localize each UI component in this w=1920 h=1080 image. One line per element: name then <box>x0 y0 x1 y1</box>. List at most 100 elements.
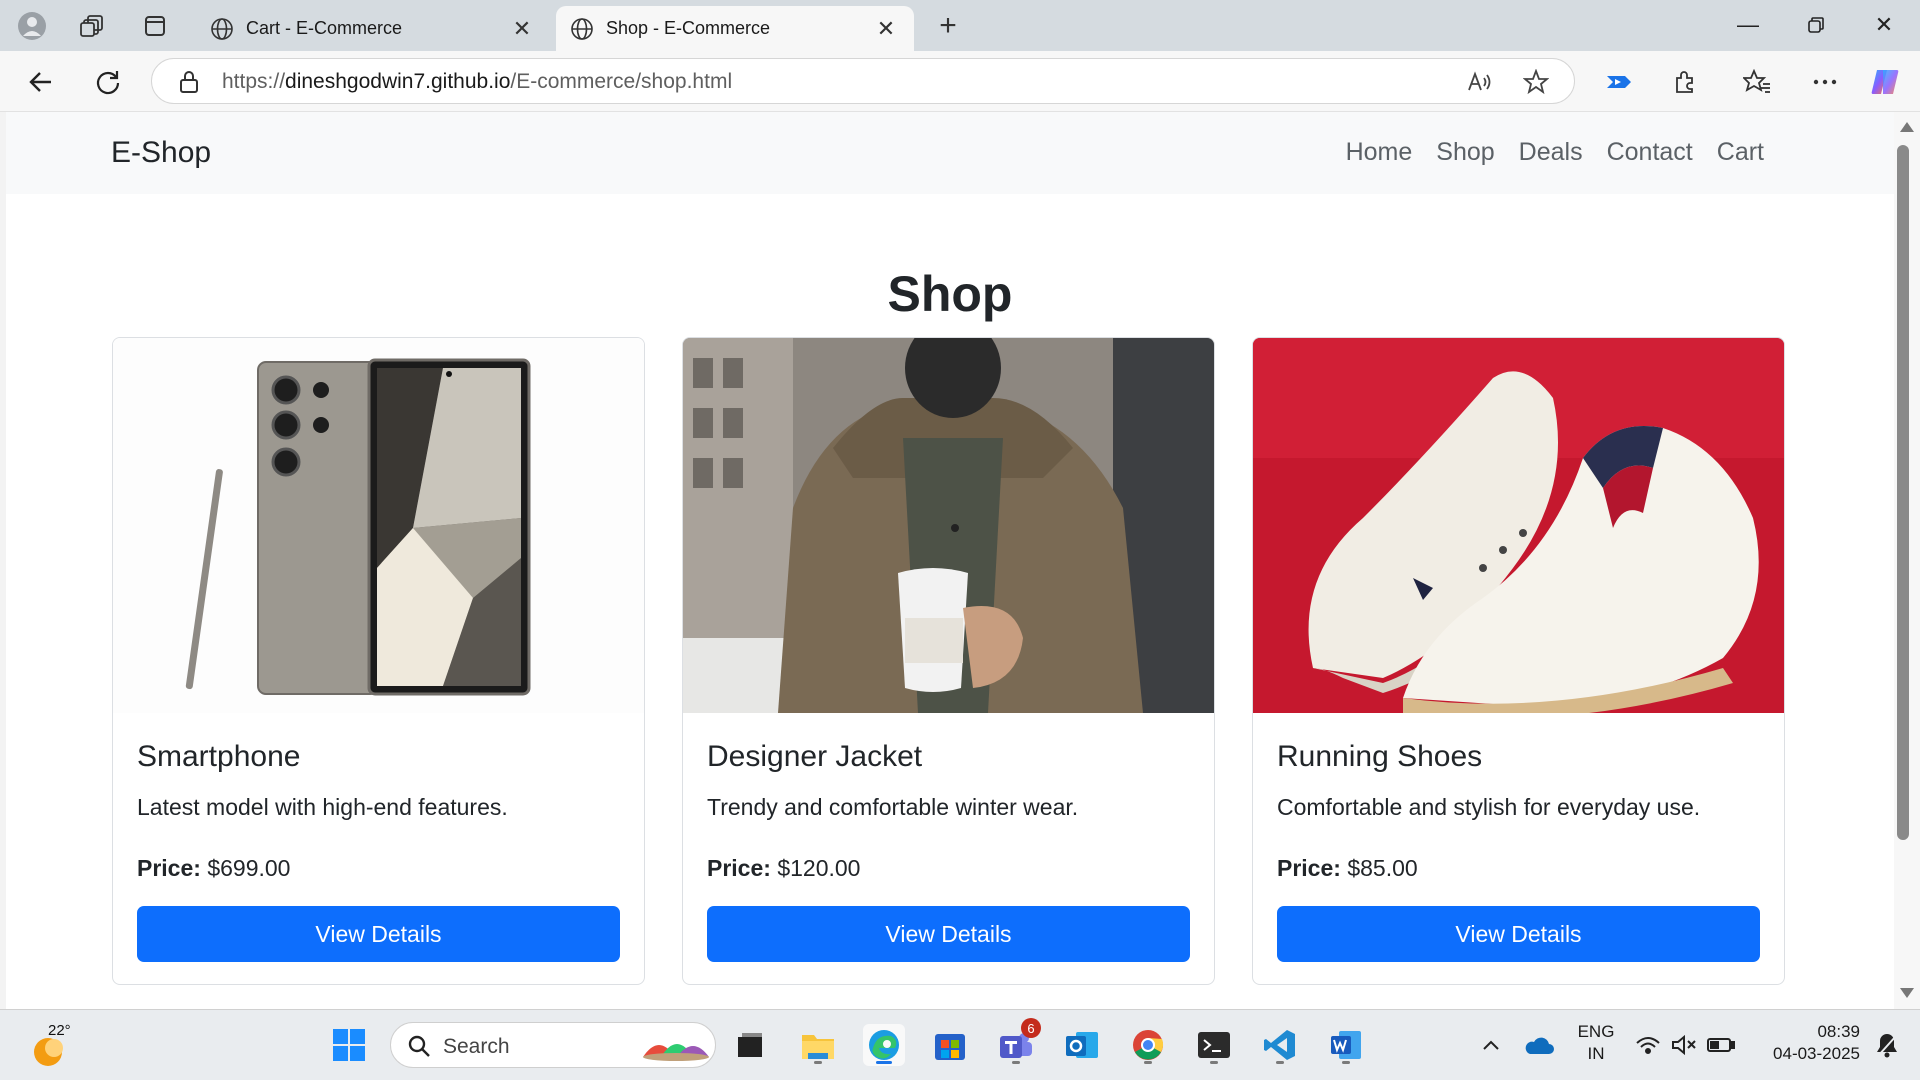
notifications-button[interactable] <box>1866 1024 1908 1066</box>
product-card-shoes: Running Shoes Comfortable and stylish fo… <box>1252 337 1785 985</box>
close-window-button[interactable]: ✕ <box>1850 0 1918 50</box>
chrome-icon <box>1133 1030 1164 1060</box>
tab-shop[interactable]: Shop - E-Commerce ✕ <box>556 6 914 51</box>
taskbar-file-explorer[interactable] <box>797 1024 839 1066</box>
site-brand[interactable]: E-Shop <box>111 136 211 170</box>
refresh-icon[interactable] <box>89 63 127 101</box>
running-indicator <box>1276 1061 1284 1064</box>
region-code: IN <box>1587 1044 1605 1063</box>
running-indicator <box>814 1061 822 1064</box>
running-indicator <box>876 1061 892 1064</box>
clock[interactable]: 08:39 04-03-2025 <box>1754 1022 1860 1064</box>
nav-link-cart[interactable]: Cart <box>1717 138 1764 167</box>
edge-icon <box>869 1030 899 1060</box>
nav-link-shop[interactable]: Shop <box>1436 138 1494 167</box>
view-details-button[interactable]: View Details <box>1277 906 1760 962</box>
product-card-jacket: Designer Jacket Trendy and comfortable w… <box>682 337 1215 985</box>
lock-icon[interactable] <box>178 69 200 100</box>
extension-arrow-icon[interactable] <box>1600 63 1638 101</box>
close-tab-icon[interactable]: ✕ <box>872 15 900 43</box>
more-options-icon[interactable] <box>1806 63 1844 101</box>
clock-date: 04-03-2025 <box>1773 1044 1860 1063</box>
price-value: $120.00 <box>777 855 861 881</box>
taskbar-terminal[interactable] <box>1193 1024 1235 1066</box>
taskbar-word[interactable] <box>1325 1024 1367 1066</box>
product-card-body: Running Shoes Comfortable and stylish fo… <box>1277 728 1762 962</box>
windows-logo-icon <box>333 1029 365 1061</box>
vscode-icon <box>1264 1030 1295 1060</box>
product-price: Price: $120.00 <box>707 855 1192 882</box>
page-title: Shop <box>887 266 1013 322</box>
taskbar-task-view[interactable] <box>729 1024 771 1066</box>
search-highlight-icon <box>643 1044 709 1061</box>
outlook-icon <box>1066 1032 1098 1058</box>
onedrive-tray[interactable] <box>1518 1024 1560 1066</box>
battery-icon <box>1707 1038 1735 1052</box>
taskbar-vscode[interactable] <box>1259 1024 1301 1066</box>
favorite-star-icon[interactable] <box>1522 68 1550 96</box>
word-icon <box>1331 1031 1361 1059</box>
minimize-button[interactable]: — <box>1714 0 1782 50</box>
product-image-jacket <box>683 338 1214 713</box>
scroll-up-arrow-icon[interactable] <box>1900 122 1914 132</box>
language-code: ENG <box>1577 1022 1615 1041</box>
windows-taskbar: 22° Search 6 ENG IN 08:39 04-03-2025 <box>0 1009 1920 1080</box>
price-value: $699.00 <box>207 855 291 881</box>
show-hidden-icons-button[interactable] <box>1470 1024 1512 1066</box>
extensions-puzzle-icon[interactable] <box>1666 63 1704 101</box>
read-aloud-icon[interactable] <box>1465 68 1493 96</box>
running-indicator <box>1012 1061 1020 1064</box>
folder-icon <box>802 1035 834 1059</box>
site-navbar: E-Shop Home Shop Deals Contact Cart <box>6 112 1894 194</box>
store-icon <box>935 1034 965 1060</box>
nav-link-deals[interactable]: Deals <box>1519 138 1583 167</box>
workspaces-icon[interactable] <box>74 8 110 44</box>
terminal-icon <box>1198 1032 1230 1058</box>
product-description: Trendy and comfortable winter wear. <box>707 794 1079 820</box>
taskbar-chrome[interactable] <box>1127 1024 1169 1066</box>
taskbar-store[interactable] <box>929 1024 971 1066</box>
start-button[interactable] <box>328 1024 370 1066</box>
language-indicator[interactable]: ENG IN <box>1568 1022 1624 1064</box>
page-viewport: E-Shop Home Shop Deals Contact Cart Shop <box>6 112 1894 1009</box>
taskbar-edge[interactable] <box>863 1024 905 1066</box>
new-tab-button[interactable]: + <box>928 8 968 44</box>
tab-cart[interactable]: Cart - E-Commerce ✕ <box>196 6 550 51</box>
close-tab-icon[interactable]: ✕ <box>508 15 536 43</box>
product-card-body: Designer Jacket Trendy and comfortable w… <box>707 728 1192 962</box>
globe-icon <box>211 17 233 40</box>
copilot-icon[interactable] <box>1866 63 1904 101</box>
weather-widget[interactable]: 22° <box>28 1022 80 1070</box>
vertical-tabs-icon[interactable] <box>137 8 173 44</box>
view-details-button[interactable]: View Details <box>137 906 620 962</box>
taskbar-search-box[interactable]: Search <box>390 1022 716 1068</box>
nav-link-contact[interactable]: Contact <box>1607 138 1693 167</box>
restore-button[interactable] <box>1782 0 1850 50</box>
volume-muted-icon <box>1672 1034 1696 1056</box>
taskbar-teams[interactable]: 6 <box>995 1018 1041 1066</box>
taskbar-outlook[interactable] <box>1061 1024 1103 1066</box>
running-indicator <box>1210 1061 1218 1064</box>
profile-icon[interactable] <box>14 8 50 44</box>
browser-toolbar: https://dineshgodwin7.github.io/E-commer… <box>0 51 1920 112</box>
browser-titlebar: Cart - E-Commerce ✕ Shop - E-Commerce ✕ … <box>0 0 1920 51</box>
scrollbar-thumb[interactable] <box>1897 145 1909 840</box>
task-view-icon <box>738 1033 762 1057</box>
wifi-icon <box>1636 1037 1660 1054</box>
site-nav-links: Home Shop Deals Contact Cart <box>1346 138 1764 167</box>
view-details-button[interactable]: View Details <box>707 906 1190 962</box>
scroll-down-arrow-icon[interactable] <box>1900 988 1914 998</box>
quick-settings-tray[interactable] <box>1630 1024 1740 1066</box>
back-icon[interactable] <box>22 63 60 101</box>
weather-temperature: 22° <box>48 1022 71 1039</box>
favorites-icon[interactable] <box>1738 63 1776 101</box>
tab-title: Cart - E-Commerce <box>246 18 403 38</box>
url-text[interactable]: https://dineshgodwin7.github.io/E-commer… <box>222 70 732 94</box>
product-price: Price: $85.00 <box>1277 855 1762 882</box>
search-icon <box>408 1035 430 1057</box>
tab-title: Shop - E-Commerce <box>606 18 771 38</box>
price-label: Price: <box>137 855 201 881</box>
running-indicator <box>1144 1061 1152 1064</box>
address-bar[interactable]: https://dineshgodwin7.github.io/E-commer… <box>151 58 1575 104</box>
nav-link-home[interactable]: Home <box>1346 138 1413 167</box>
